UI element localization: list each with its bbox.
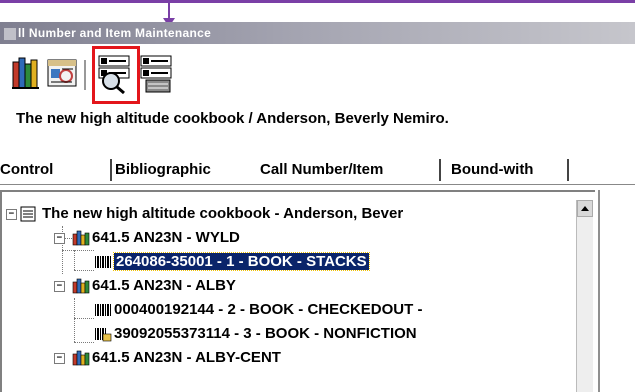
- bib-record-icon: [20, 206, 36, 230]
- tree-connector: [74, 342, 94, 343]
- tab-bibliographic[interactable]: Bibliographic: [112, 156, 254, 184]
- catalog-record-icon[interactable]: [46, 56, 82, 95]
- up-arrow-icon: [581, 206, 589, 211]
- vertical-scrollbar[interactable]: [576, 200, 593, 392]
- window-title: ll Number and Item Maintenance: [18, 26, 212, 40]
- tree-call-number-node[interactable]: − 641.5 AN23N - ALBY-CENT: [54, 346, 281, 370]
- call-number-icon: [72, 350, 90, 374]
- collapse-icon[interactable]: −: [54, 233, 65, 244]
- record-title: The new high altitude cookbook / Anderso…: [16, 110, 449, 127]
- tree-item-node[interactable]: 264086-35001 - 1 - BOOK - STACKS: [94, 250, 370, 274]
- top-border: [0, 0, 635, 3]
- annotation-arrow: [168, 0, 170, 20]
- tree-root-label: The new high altitude cookbook - Anderso…: [42, 205, 404, 222]
- scroll-up-button[interactable]: [577, 200, 593, 217]
- call-number-icon: [72, 230, 90, 254]
- books-icon[interactable]: [12, 56, 48, 95]
- tree-connector: [74, 318, 94, 319]
- tab-bibliographic-label: Bibliographic: [115, 161, 211, 178]
- window-title-bar: ll Number and Item Maintenance: [0, 22, 635, 44]
- item-label-selected: 264086-35001 - 1 - BOOK - STACKS: [113, 252, 370, 271]
- tab-control-label: Control: [0, 161, 54, 178]
- detail-pane: [598, 190, 635, 392]
- tab-bound-with[interactable]: Bound-with: [441, 156, 569, 184]
- call-number-label: 641.5 AN23N - WYLD: [92, 229, 240, 246]
- toolbar: [0, 46, 635, 106]
- tab-divider: [0, 184, 635, 185]
- tree-item-node[interactable]: 39092055373114 - 3 - BOOK - NONFICTION: [94, 322, 417, 346]
- call-number-label: 641.5 AN23N - ALBY-CENT: [92, 349, 281, 366]
- tree-call-number-node[interactable]: − 641.5 AN23N - WYLD: [54, 226, 240, 250]
- collapse-icon[interactable]: −: [54, 353, 65, 364]
- item-record-icon[interactable]: [138, 54, 176, 99]
- tree-item-node[interactable]: 000400192144 - 2 - BOOK - CHECKEDOUT -: [94, 298, 422, 322]
- tab-call-number-item[interactable]: Call Number/Item: [258, 156, 441, 184]
- item-label: 000400192144 - 2 - BOOK - CHECKEDOUT -: [114, 301, 423, 318]
- tab-strip: Control Bibliographic Call Number/Item B…: [0, 156, 635, 184]
- item-label: 39092055373114 - 3 - BOOK - NONFICTION: [114, 325, 417, 342]
- tree-call-number-node[interactable]: − 641.5 AN23N - ALBY: [54, 274, 236, 298]
- collapse-icon[interactable]: −: [54, 281, 65, 292]
- call-number-label: 641.5 AN23N - ALBY: [92, 277, 236, 294]
- tab-control[interactable]: Control: [0, 156, 112, 184]
- title-bar-left-block: [4, 28, 16, 40]
- toolbar-separator: [84, 60, 86, 90]
- highlight-box: [92, 46, 140, 104]
- tab-call-number-item-label: Call Number/Item: [260, 161, 384, 178]
- call-number-item-tree[interactable]: − The new high altitude cookbook - Ander…: [0, 190, 595, 392]
- tree-connector: [74, 298, 75, 342]
- tree-connector: [74, 270, 94, 271]
- call-number-icon: [72, 278, 90, 302]
- tab-bound-with-label: Bound-with: [451, 161, 534, 178]
- collapse-icon[interactable]: −: [6, 209, 17, 220]
- tree-root-node[interactable]: − The new high altitude cookbook - Ander…: [6, 202, 403, 226]
- tab-separator: [567, 159, 569, 181]
